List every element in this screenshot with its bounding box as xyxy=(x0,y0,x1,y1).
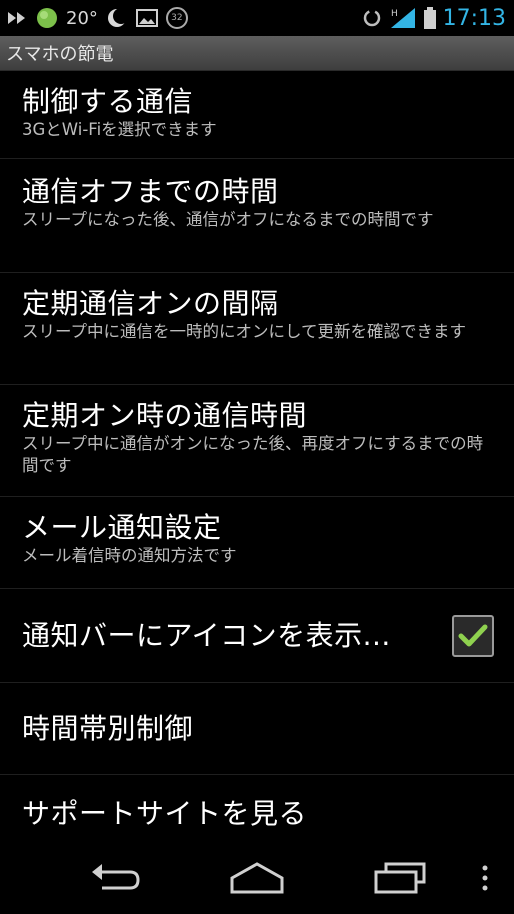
settings-list: 制御する通信 3GとWi-Fiを選択できます 通信オフまでの時間 スリープになっ… xyxy=(0,71,514,847)
setting-subtitle: 3GとWi-Fiを選択できます xyxy=(22,120,217,139)
setting-title: 制御する通信 xyxy=(22,85,194,118)
setting-mail-notification[interactable]: メール通知設定 メール着信時の通知方法です xyxy=(0,497,514,589)
setting-title: 通知バーにアイコンを表示... xyxy=(22,618,391,652)
battery-icon xyxy=(423,6,437,30)
setting-title: サポートサイトを見る xyxy=(22,797,308,830)
green-ball-icon xyxy=(36,7,58,29)
setting-subtitle: メール着信時の通知方法です xyxy=(22,546,237,565)
overflow-menu-icon[interactable] xyxy=(478,860,492,896)
setting-title: 定期通信オンの間隔 xyxy=(22,287,279,320)
setting-subtitle: スリープになった後、通信がオフになるまでの時間です xyxy=(22,210,434,229)
setting-title: 定期オン時の通信時間 xyxy=(22,399,308,432)
moon-icon xyxy=(106,7,128,29)
status-bar: 20° 32 H 17:13 xyxy=(0,0,514,36)
setting-subtitle: スリープ中に通信がオンになった後、再度オフにするまでの時間です xyxy=(22,434,484,475)
home-icon[interactable] xyxy=(228,860,286,896)
counter-badge-icon: 32 xyxy=(165,7,188,29)
signal-icon: H xyxy=(389,6,417,30)
picture-icon xyxy=(135,8,158,28)
checkmark-icon xyxy=(458,624,488,646)
setting-title: メール通知設定 xyxy=(22,511,222,544)
sync-icon xyxy=(361,7,383,29)
page-title: スマホの節電 xyxy=(6,44,114,65)
setting-periodic-interval[interactable]: 定期通信オンの間隔 スリープ中に通信を一時的にオンにして更新を確認できます xyxy=(0,273,514,385)
temperature-text: 20° xyxy=(66,7,98,29)
back-icon[interactable] xyxy=(86,860,142,896)
setting-title: 通信オフまでの時間 xyxy=(22,175,279,208)
clock: 17:13 xyxy=(442,5,506,31)
setting-support-site[interactable]: サポートサイトを見る xyxy=(0,775,514,847)
recent-apps-icon[interactable] xyxy=(372,860,428,896)
fast-forward-icon xyxy=(6,9,28,27)
setting-periodic-duration[interactable]: 定期オン時の通信時間 スリープ中に通信がオンになった後、再度オフにするまでの時間… xyxy=(0,385,514,497)
setting-controlled-network[interactable]: 制御する通信 3GとWi-Fiを選択できます xyxy=(0,71,514,159)
setting-time-until-off[interactable]: 通信オフまでの時間 スリープになった後、通信がオフになるまでの時間です xyxy=(0,159,514,273)
navigation-bar xyxy=(0,846,514,914)
setting-subtitle: スリープ中に通信を一時的にオンにして更新を確認できます xyxy=(22,322,467,341)
setting-time-zone-control[interactable]: 時間帯別制御 xyxy=(0,683,514,775)
svg-text:H: H xyxy=(391,9,398,19)
setting-show-notification-icon[interactable]: 通知バーにアイコンを表示... xyxy=(0,589,514,683)
show-icon-checkbox[interactable] xyxy=(452,614,494,657)
title-bar: スマホの節電 xyxy=(0,36,514,71)
setting-title: 時間帯別制御 xyxy=(22,711,194,745)
